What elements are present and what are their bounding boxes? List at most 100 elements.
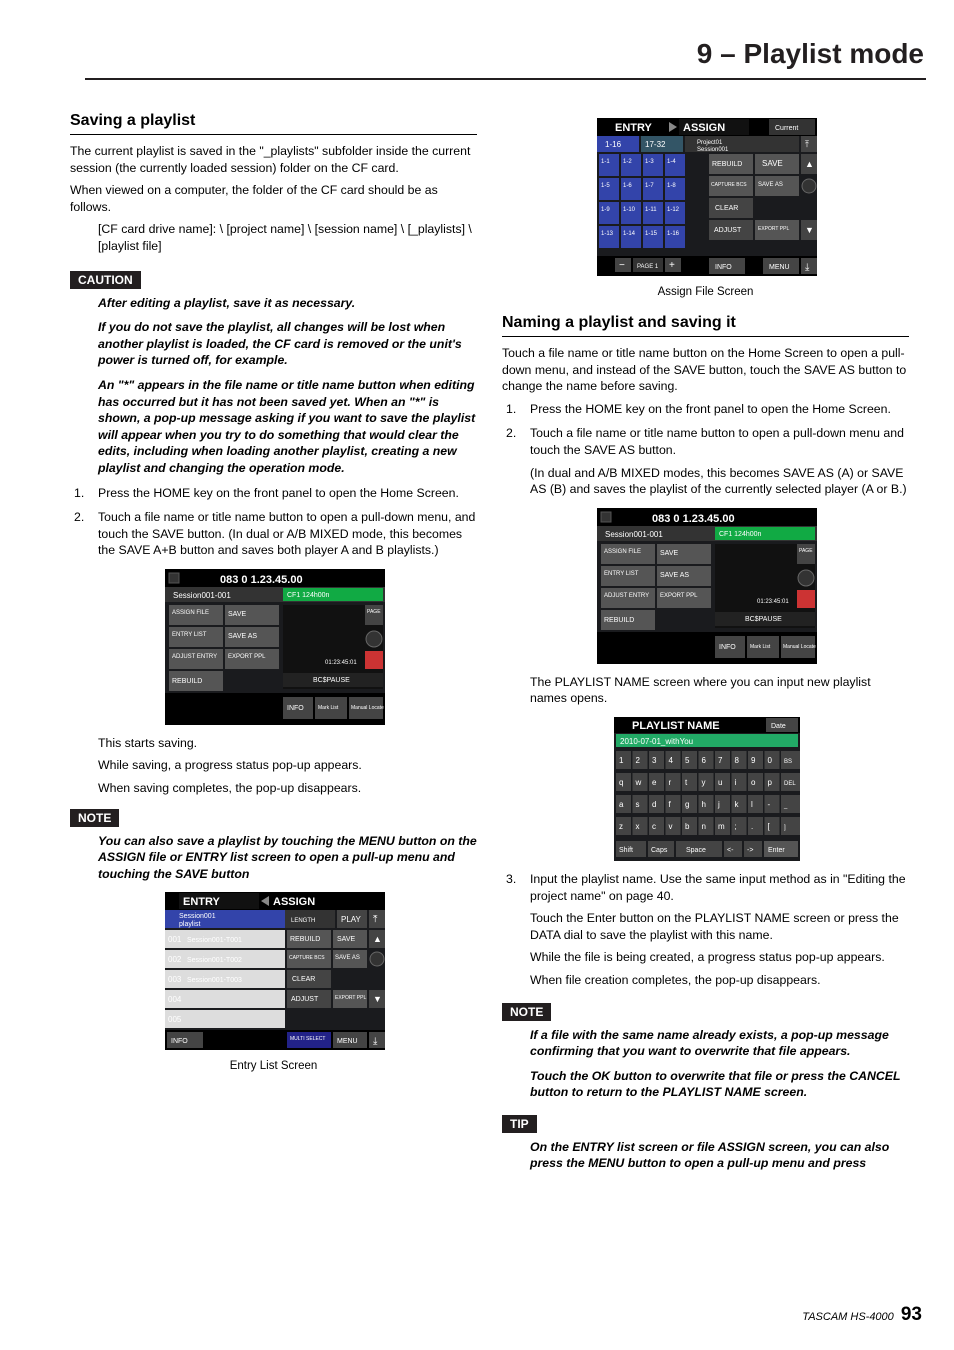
svg-text:▲: ▲ xyxy=(805,159,814,169)
svg-text:CLEAR: CLEAR xyxy=(715,205,738,212)
para: The PLAYLIST NAME screen where you can i… xyxy=(530,674,909,707)
para: While saving, a progress status pop-up a… xyxy=(98,757,477,774)
chapter-number: 9 xyxy=(697,38,713,69)
home-screen-figure: 083 0 1.23.45.00 Session001-001 CF1 124h… xyxy=(165,569,385,725)
svg-text:SAVE: SAVE xyxy=(762,159,783,168)
svg-text:INFO: INFO xyxy=(287,705,304,712)
svg-text:i: i xyxy=(735,778,737,787)
svg-text:1-16: 1-16 xyxy=(667,231,680,237)
step: Press the HOME key on the front panel to… xyxy=(502,401,909,418)
svg-text:MENU: MENU xyxy=(769,264,790,271)
note-text: Touch the OK button to overwrite that fi… xyxy=(530,1068,909,1101)
svg-text:01:23:45:01: 01:23:45:01 xyxy=(757,599,789,605)
svg-text:Space: Space xyxy=(686,847,706,854)
svg-text:->: -> xyxy=(747,847,753,854)
svg-text:8: 8 xyxy=(735,756,740,765)
svg-text:MENU: MENU xyxy=(337,1038,358,1045)
figure-caption: Entry List Screen xyxy=(70,1060,477,1072)
svg-text:Enter: Enter xyxy=(768,847,785,854)
svg-text:c: c xyxy=(652,822,656,831)
svg-text:ENTRY LIST: ENTRY LIST xyxy=(172,632,207,638)
tip-label: TIP xyxy=(502,1115,537,1133)
svg-text:g: g xyxy=(685,800,689,809)
svg-text:-: - xyxy=(768,800,771,809)
svg-text:q: q xyxy=(619,778,623,787)
svg-text:CF1 124h00n: CF1 124h00n xyxy=(287,592,330,599)
svg-text:003: 003 xyxy=(168,975,182,984)
svg-text:Session001: Session001 xyxy=(697,147,729,153)
svg-text:v: v xyxy=(669,822,673,831)
step: Touch a file name or title name button t… xyxy=(70,509,477,559)
svg-text:▼: ▼ xyxy=(373,994,382,1004)
svg-text:⤓: ⤓ xyxy=(373,1036,378,1047)
svg-text:MULTI SELECT: MULTI SELECT xyxy=(290,1036,325,1042)
svg-text:3: 3 xyxy=(652,756,657,765)
svg-text:1-1: 1-1 xyxy=(601,159,610,165)
svg-text:REBUILD: REBUILD xyxy=(712,161,742,168)
section-saving-title: Saving a playlist xyxy=(70,108,477,135)
footer-brand: TASCAM HS-4000 xyxy=(802,1311,894,1323)
svg-text:▲: ▲ xyxy=(373,934,382,944)
note-text: You can also save a playlist by touching… xyxy=(98,833,477,883)
svg-text:SAVE AS: SAVE AS xyxy=(228,633,257,640)
svg-text:1-9: 1-9 xyxy=(601,207,610,213)
svg-text:SAVE AS: SAVE AS xyxy=(758,182,783,188)
para: When saving completes, the pop-up disapp… xyxy=(98,780,477,797)
svg-text:l: l xyxy=(751,800,753,809)
svg-text:a: a xyxy=(619,800,624,809)
svg-text:2010-07-01_withYou: 2010-07-01_withYou xyxy=(620,737,693,746)
svg-text:ASSIGN: ASSIGN xyxy=(273,896,315,908)
svg-text:Current: Current xyxy=(775,125,798,132)
footer: TASCAM HS-4000 93 xyxy=(802,1304,922,1326)
svg-text:001: 001 xyxy=(168,935,182,944)
svg-text:.: . xyxy=(751,822,753,831)
svg-text:PAGE 1: PAGE 1 xyxy=(637,264,659,270)
svg-text:1: 1 xyxy=(619,756,624,765)
saving-steps: Press the HOME key on the front panel to… xyxy=(70,485,477,559)
svg-text:002: 002 xyxy=(168,955,182,964)
svg-text:Mark List: Mark List xyxy=(750,644,771,650)
step: Press the HOME key on the front panel to… xyxy=(70,485,477,502)
assign-file-figure: ENTRY ASSIGN Current 1-16 17-32 Project0… xyxy=(597,118,817,276)
svg-text:▼: ▼ xyxy=(805,225,814,235)
svg-text:r: r xyxy=(669,778,672,787)
figure-caption: Assign File Screen xyxy=(502,286,909,298)
chapter-header: 9 – Playlist mode xyxy=(697,38,924,70)
svg-text:1-5: 1-5 xyxy=(601,183,610,189)
svg-text:BS: BS xyxy=(784,759,792,765)
page-number: 93 xyxy=(901,1304,922,1325)
svg-text:ENTRY: ENTRY xyxy=(615,122,653,134)
para: Touch a file name or title name button o… xyxy=(502,345,909,395)
svg-text:7: 7 xyxy=(718,756,723,765)
svg-text:ASSIGN: ASSIGN xyxy=(683,122,725,134)
svg-text:d: d xyxy=(652,800,656,809)
svg-text:−: − xyxy=(619,260,625,271)
svg-text:⤒: ⤒ xyxy=(373,914,378,925)
svg-text:1-12: 1-12 xyxy=(667,207,680,213)
section-naming-title: Naming a playlist and saving it xyxy=(502,310,909,337)
svg-text:u: u xyxy=(718,778,722,787)
svg-text:005: 005 xyxy=(168,1015,182,1024)
svg-text:1-11: 1-11 xyxy=(645,207,657,213)
left-column: Saving a playlist The current playlist i… xyxy=(70,108,477,1180)
svg-text:1-4: 1-4 xyxy=(667,159,676,165)
svg-text:EXPORT PPL: EXPORT PPL xyxy=(660,593,698,599)
svg-text:s: s xyxy=(636,800,640,809)
svg-text:1-7: 1-7 xyxy=(645,183,654,189)
caution-label: CAUTION xyxy=(70,271,141,289)
svg-text:p: p xyxy=(768,778,773,787)
svg-text:Date: Date xyxy=(771,723,786,730)
svg-text:<-: <- xyxy=(727,847,734,854)
svg-text:CAPTURE BCS: CAPTURE BCS xyxy=(711,182,747,188)
svg-text:1-3: 1-3 xyxy=(645,159,654,165)
svg-text:17-32: 17-32 xyxy=(645,140,666,149)
svg-text:x: x xyxy=(636,822,640,831)
note-text: If a file with the same name already exi… xyxy=(530,1027,909,1060)
svg-text:ADJUST ENTRY: ADJUST ENTRY xyxy=(172,654,217,660)
svg-text:playlist: playlist xyxy=(179,921,200,928)
note-label: NOTE xyxy=(70,809,119,827)
svg-text:REBUILD: REBUILD xyxy=(290,936,320,943)
svg-text:Session001-T001: Session001-T001 xyxy=(187,937,242,944)
home-screen-figure-2: 083 0 1.23.45.00 Session001-001 CF1 124h… xyxy=(597,508,817,664)
svg-text:CF1 124h00n: CF1 124h00n xyxy=(719,531,762,538)
